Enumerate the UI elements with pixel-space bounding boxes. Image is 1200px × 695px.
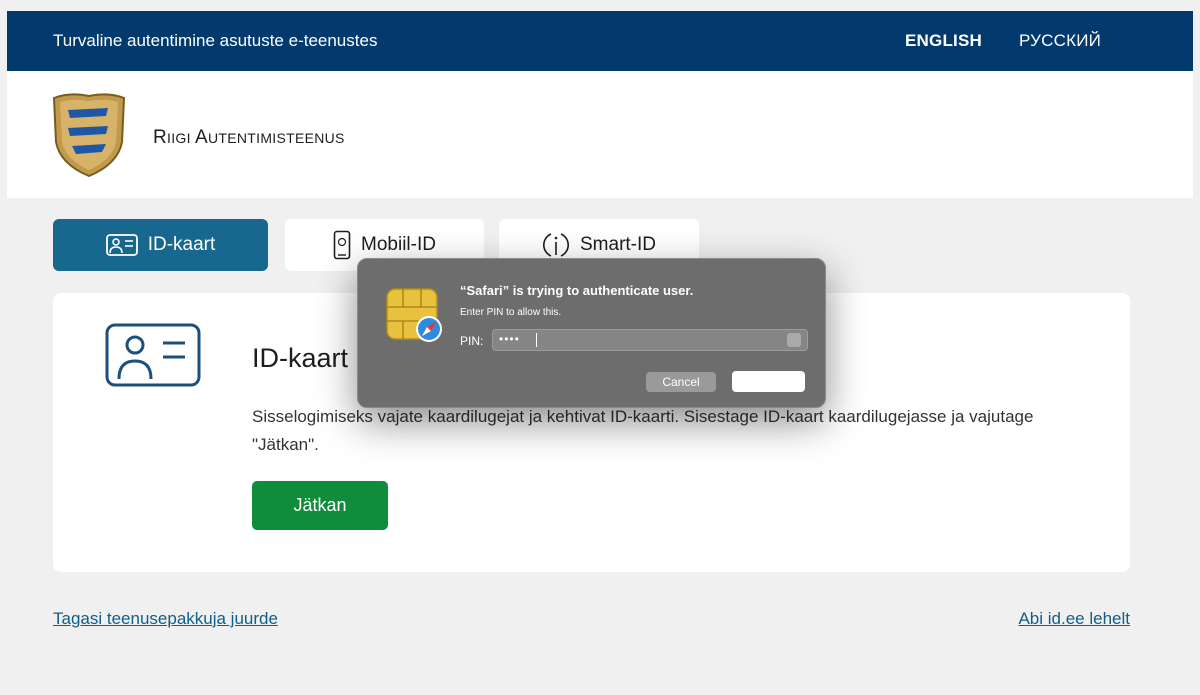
site-header: RIIGI AUTENTIMISTEENUS	[7, 71, 1193, 198]
ok-button[interactable]	[732, 371, 805, 392]
pin-label: PIN:	[460, 334, 484, 348]
pin-value: ••••	[499, 332, 520, 346]
help-link[interactable]: Abi id.ee lehelt	[1018, 609, 1130, 629]
password-key-icon[interactable]	[787, 333, 801, 347]
smart-id-icon	[543, 233, 569, 257]
back-to-service-provider-link[interactable]: Tagasi teenusepakkuja juurde	[53, 609, 278, 629]
tab-id-kaart-label: ID-kaart	[147, 234, 216, 255]
continue-button[interactable]: Jätkan	[252, 481, 388, 530]
smart-card-chip-icon	[386, 288, 442, 342]
text-caret	[536, 333, 537, 347]
id-card-icon	[105, 323, 201, 387]
card-description: Sisselogimiseks vajate kaardilugejat ja …	[252, 407, 1034, 454]
tab-mobiil-id-label: Mobiil-ID	[361, 234, 436, 255]
card-heading: ID-kaart	[252, 343, 349, 373]
id-card-icon	[105, 234, 138, 256]
language-russian-link[interactable]: РУССКИЙ	[1019, 31, 1101, 51]
top-bar: Turvaline autentimine asutuste e-teenust…	[7, 11, 1193, 71]
mobile-phone-icon	[333, 230, 351, 260]
tab-id-kaart[interactable]: ID-kaart	[53, 219, 268, 271]
estonia-coat-of-arms-logo	[52, 93, 126, 178]
pin-input[interactable]: ••••	[492, 329, 808, 351]
dialog-subtitle: Enter PIN to allow this.	[460, 307, 562, 318]
site-tagline: Turvaline autentimine asutuste e-teenust…	[53, 31, 378, 50]
tab-smart-id-label: Smart-ID	[580, 234, 656, 255]
pin-authentication-dialog: “Safari” is trying to authenticate user.…	[357, 258, 826, 408]
language-english-link[interactable]: ENGLISH	[905, 31, 982, 51]
cancel-button[interactable]: Cancel	[646, 372, 716, 392]
brand-name: RIIGI AUTENTIMISTEENUS	[153, 127, 345, 148]
dialog-title: “Safari” is trying to authenticate user.	[460, 283, 694, 298]
